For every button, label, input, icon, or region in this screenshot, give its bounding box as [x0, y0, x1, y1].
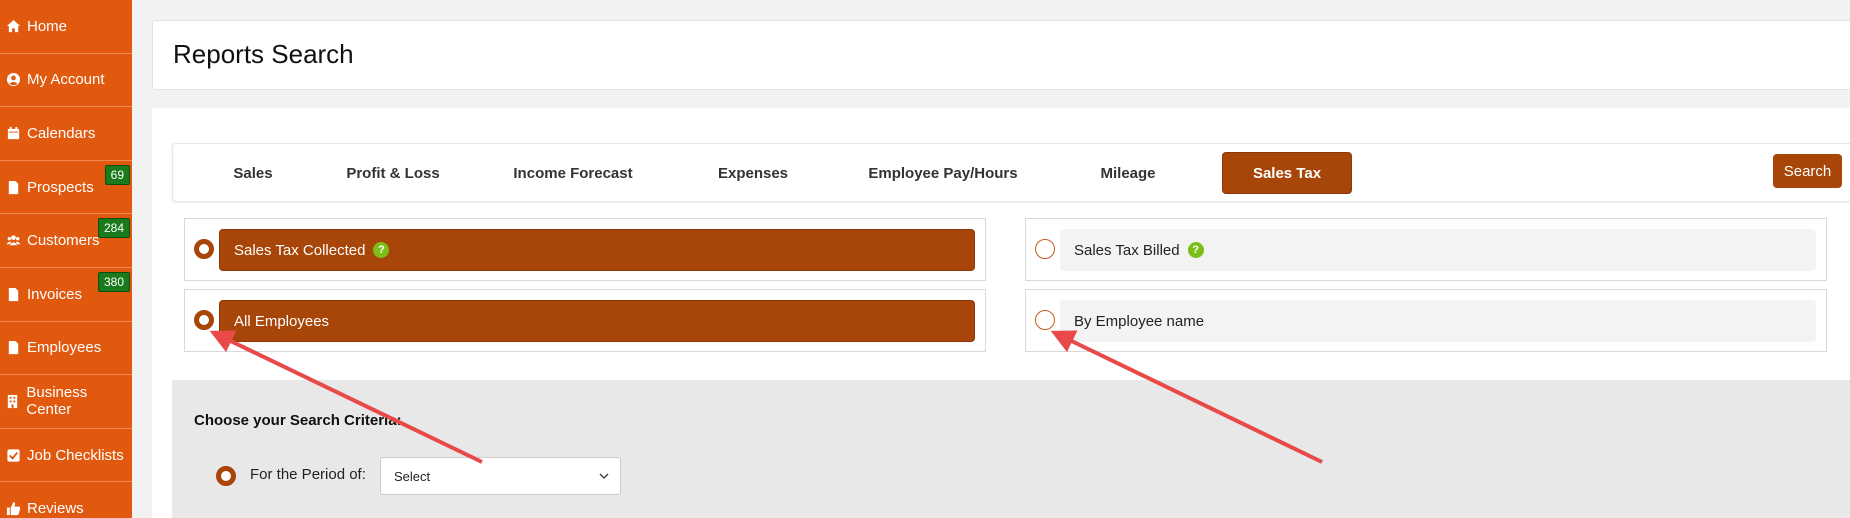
sidebar-item-employees[interactable]: Employees [0, 322, 132, 376]
period-label: For the Period of: [250, 466, 366, 483]
count-badge: 380 [97, 271, 130, 292]
sidebar-item-label: Job Checklists [27, 446, 124, 464]
search-button[interactable]: Search [1773, 154, 1842, 188]
all-employees-option[interactable]: All Employees [219, 300, 975, 342]
sidebar-item-job-checklists[interactable]: Job Checklists [0, 429, 132, 483]
by-employee-name-radio[interactable] [1035, 310, 1055, 330]
sidebar-item-label: Calendars [27, 124, 96, 142]
home-icon [5, 18, 21, 34]
sidebar-item-my-account[interactable]: My Account [0, 54, 132, 108]
sidebar-item-prospects[interactable]: Prospects 69 [0, 161, 132, 215]
period-select[interactable]: Select [380, 457, 621, 495]
document-icon [5, 179, 21, 195]
users-icon [5, 233, 21, 249]
tab-employee-pay-hours[interactable]: Employee Pay/Hours [843, 152, 1043, 194]
sidebar: Home My Account Calendars Prospects 69 C… [0, 0, 132, 518]
by-employee-name-option[interactable]: By Employee name [1060, 300, 1816, 342]
option-label: Sales Tax Collected [234, 241, 366, 259]
sales-tax-collected-option[interactable]: Sales Tax Collected ? [219, 229, 975, 271]
criteria-title: Choose your Search Criteria: [194, 412, 402, 429]
sidebar-item-business-center[interactable]: Business Center [0, 375, 132, 429]
tab-expenses[interactable]: Expenses [693, 152, 813, 194]
tab-mileage[interactable]: Mileage [1073, 152, 1183, 194]
sidebar-item-home[interactable]: Home [0, 0, 132, 54]
sidebar-item-invoices[interactable]: Invoices 380 [0, 268, 132, 322]
sidebar-item-label: Prospects [27, 178, 94, 196]
sidebar-item-calendars[interactable]: Calendars [0, 107, 132, 161]
sidebar-item-reviews[interactable]: Reviews [0, 482, 132, 518]
checkbox-icon [5, 447, 21, 463]
option-label: By Employee name [1074, 312, 1205, 330]
help-icon[interactable]: ? [1187, 242, 1204, 258]
sales-tax-billed-radio[interactable] [1035, 239, 1055, 259]
tab-sales[interactable]: Sales [203, 152, 303, 194]
sidebar-item-customers[interactable]: Customers 284 [0, 214, 132, 268]
sidebar-item-label: Customers [27, 232, 100, 250]
sidebar-item-label: Invoices [27, 285, 83, 303]
option-label: Sales Tax Billed [1074, 241, 1180, 259]
sidebar-item-label: Reviews [27, 500, 84, 518]
tab-profit-loss[interactable]: Profit & Loss [328, 152, 458, 194]
header-card: Reports Search [152, 20, 1850, 90]
sidebar-item-label: My Account [27, 71, 105, 89]
all-employees-radio[interactable] [194, 310, 214, 330]
thumbs-up-icon [5, 501, 21, 517]
sales-tax-billed-option[interactable]: Sales Tax Billed ? [1060, 229, 1816, 271]
search-criteria-panel [172, 380, 1850, 518]
sales-tax-collected-radio[interactable] [194, 239, 214, 259]
sidebar-item-label: Home [27, 17, 68, 35]
tab-income-forecast[interactable]: Income Forecast [493, 152, 653, 194]
tab-sales-tax[interactable]: Sales Tax [1222, 152, 1352, 194]
report-tabs: Sales Profit & Loss Income Forecast Expe… [172, 143, 1850, 202]
chevron-down-icon [599, 473, 609, 480]
period-select-value: Select [394, 468, 431, 484]
help-icon[interactable]: ? [373, 242, 390, 258]
sidebar-item-label: Business Center [26, 384, 88, 419]
sidebar-gutter [132, 0, 152, 518]
building-icon [5, 393, 20, 409]
page-title: Reports Search [173, 39, 354, 69]
calendar-icon [5, 125, 21, 141]
user-circle-icon [5, 72, 21, 88]
period-radio[interactable] [216, 466, 236, 486]
option-label: All Employees [234, 312, 330, 330]
sidebar-item-label: Employees [27, 339, 102, 357]
count-badge: 284 [97, 218, 130, 239]
document-icon [5, 286, 21, 302]
document-icon [5, 340, 21, 356]
count-badge: 69 [104, 164, 130, 185]
